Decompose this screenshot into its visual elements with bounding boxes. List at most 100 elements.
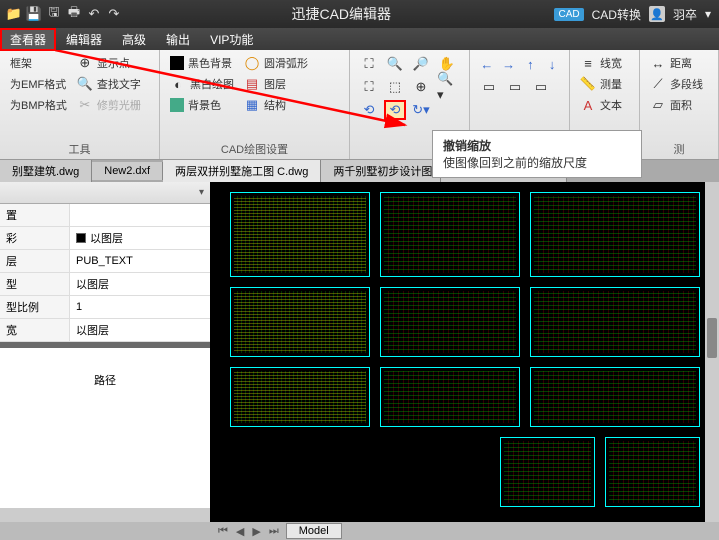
drawing-viewport[interactable]	[210, 182, 719, 522]
tab-first-icon[interactable]: ⏮	[215, 525, 231, 538]
drawing-thumb	[230, 367, 370, 427]
btn-area[interactable]: ▱面积	[648, 96, 710, 114]
btn-bgcolor[interactable]: 背景色	[168, 96, 236, 114]
tab-next-icon[interactable]: ▶	[249, 525, 263, 538]
refresh-icon[interactable]: ↻▾	[410, 100, 432, 120]
save-as-icon[interactable]: 🖫	[46, 6, 62, 22]
prop-header: ▾	[0, 182, 210, 204]
open-icon[interactable]: 📁	[6, 6, 22, 22]
username: 羽卒	[673, 6, 697, 23]
left-scrollbar[interactable]	[0, 508, 210, 522]
model-tab[interactable]: Model	[286, 523, 342, 539]
btn-blackbg[interactable]: 黑色背景	[168, 54, 236, 72]
menubar: 查看器 编辑器 高级 输出 VIP功能	[0, 28, 719, 50]
btn-trimraster[interactable]: ✂修剪光栅	[75, 96, 143, 114]
cad-convert-link[interactable]: CAD转换	[592, 6, 641, 23]
drawing-thumb	[380, 287, 520, 357]
distance-icon: ↔	[650, 55, 666, 71]
path-panel: 路径	[0, 348, 210, 508]
lineweight-icon: ≡	[580, 55, 596, 71]
doctab-3[interactable]: 两千别墅初步设计图纸.dwg	[321, 160, 441, 182]
arc-icon: ◯	[244, 55, 260, 71]
btn-emf[interactable]: 为EMF格式	[8, 75, 69, 93]
polyline-icon: ⟋	[650, 76, 666, 92]
main-area: ▾ 置 彩以图层 层PUB_TEXT 型以图层 型比例1 宽以图层 路径	[0, 182, 719, 522]
btn-measure[interactable]: 📏测量	[578, 75, 631, 93]
btn-layers[interactable]: ▤图层	[242, 75, 310, 93]
titlebar: 📁 💾 🖫 🖶 ↶ ↷ 迅捷CAD编辑器 CAD CAD转换 👤 羽卒 ▾	[0, 0, 719, 28]
green-square-icon	[170, 98, 184, 112]
bottom-tabs: ⏮ ◀ ▶ ⏭ Model	[0, 522, 719, 540]
tooltip-undo-zoom: 撤销缩放 使图像回到之前的缩放尺度	[432, 130, 642, 178]
doctab-2[interactable]: 两层双拼别墅施工图 C.dwg	[163, 160, 321, 182]
drawing-thumb	[530, 287, 700, 357]
btn-findtext[interactable]: 🔍查找文字	[75, 75, 143, 93]
hide-icon[interactable]: ▭	[504, 77, 526, 97]
zoom-window-icon[interactable]: ⛶	[358, 54, 380, 74]
dropdown-icon[interactable]: ▾	[705, 7, 711, 21]
viewport-vscrollbar[interactable]	[705, 182, 719, 522]
btn-bwdraw[interactable]: ◐黑白绘图	[168, 75, 236, 93]
area-icon: ▱	[650, 97, 666, 113]
btn-text[interactable]: A文本	[578, 96, 631, 114]
drawing-thumb	[605, 437, 700, 507]
zoom-prev-blue-icon[interactable]: ⟲	[358, 100, 380, 120]
btn-frame[interactable]: 框架	[8, 54, 69, 72]
tab-prev-icon[interactable]: ◀	[233, 525, 247, 538]
zoom-dropdown-icon[interactable]: 🔍▾	[436, 77, 458, 97]
select-icon[interactable]: ▭	[478, 77, 500, 97]
path-input[interactable]	[6, 354, 204, 366]
trim-icon: ✂	[77, 97, 93, 113]
btn-distance[interactable]: ↔距离	[648, 54, 710, 72]
btn-bmp[interactable]: 为BMP格式	[8, 96, 69, 114]
search-icon: 🔍	[77, 76, 93, 92]
drawing-thumb	[380, 192, 520, 277]
btn-polyline[interactable]: ⟋多段线	[648, 75, 710, 93]
user-icon[interactable]: 👤	[649, 6, 665, 22]
btn-showpoints[interactable]: ⊕显示点	[75, 54, 143, 72]
nav-down-icon[interactable]: ↓	[543, 54, 561, 74]
prop-row: 型比例1	[0, 296, 210, 319]
zoom-extents-icon[interactable]: ⛶	[358, 77, 380, 97]
zoom-in-icon[interactable]: 🔍	[384, 54, 406, 74]
menu-viewer[interactable]: 查看器	[0, 28, 56, 51]
menu-editor[interactable]: 编辑器	[56, 28, 112, 51]
btn-smootharc[interactable]: ◯圆滑弧形	[242, 54, 310, 72]
nav-right-icon[interactable]: →	[500, 54, 518, 74]
menu-vip[interactable]: VIP功能	[200, 28, 263, 51]
menu-output[interactable]: 输出	[156, 28, 200, 51]
print-icon[interactable]: 🖶	[66, 6, 82, 22]
tab-last-icon[interactable]: ⏭	[266, 525, 282, 538]
nav-up-icon[interactable]: ↑	[522, 54, 540, 74]
bw-icon: ◐	[170, 76, 186, 92]
group-cad-label: CAD绘图设置	[168, 139, 341, 157]
drawing-thumb	[530, 192, 700, 277]
btn-lineweight[interactable]: ≡线宽	[578, 54, 631, 72]
cad-badge: CAD	[554, 8, 583, 21]
drawing-thumb	[230, 287, 370, 357]
group-tools-label: 工具	[8, 139, 151, 157]
doctab-1[interactable]: New2.dxf	[92, 162, 163, 180]
black-square-icon	[170, 56, 184, 70]
layers-icon: ▤	[244, 76, 260, 92]
prop-row: 置	[0, 204, 210, 227]
group-measure-label: 测	[648, 139, 710, 157]
menu-advanced[interactable]: 高级	[112, 28, 156, 51]
properties-panel: ▾ 置 彩以图层 层PUB_TEXT 型以图层 型比例1 宽以图层 路径	[0, 182, 210, 522]
redo-icon[interactable]: ↷	[106, 6, 122, 22]
zoom-fit-icon[interactable]: ⬚	[384, 77, 406, 97]
zoom-realtime-icon[interactable]: ⊕	[410, 77, 432, 97]
text-icon: A	[580, 97, 596, 113]
zoom-out-icon[interactable]: 🔎	[410, 54, 432, 74]
unhide-icon[interactable]: ▭	[530, 77, 552, 97]
save-icon[interactable]: 💾	[26, 6, 42, 22]
doctab-0[interactable]: 别墅建筑.dwg	[0, 160, 92, 182]
drawing-thumb	[530, 367, 700, 427]
chevron-down-icon[interactable]: ▾	[199, 187, 204, 198]
zoom-undo-button[interactable]: ⟲	[384, 100, 406, 120]
property-grid: 置 彩以图层 层PUB_TEXT 型以图层 型比例1 宽以图层	[0, 204, 210, 342]
nav-left-icon[interactable]: ←	[478, 54, 496, 74]
btn-structure[interactable]: ▦结构	[242, 96, 310, 114]
ruler-icon: 📏	[580, 76, 596, 92]
undo-icon[interactable]: ↶	[86, 6, 102, 22]
